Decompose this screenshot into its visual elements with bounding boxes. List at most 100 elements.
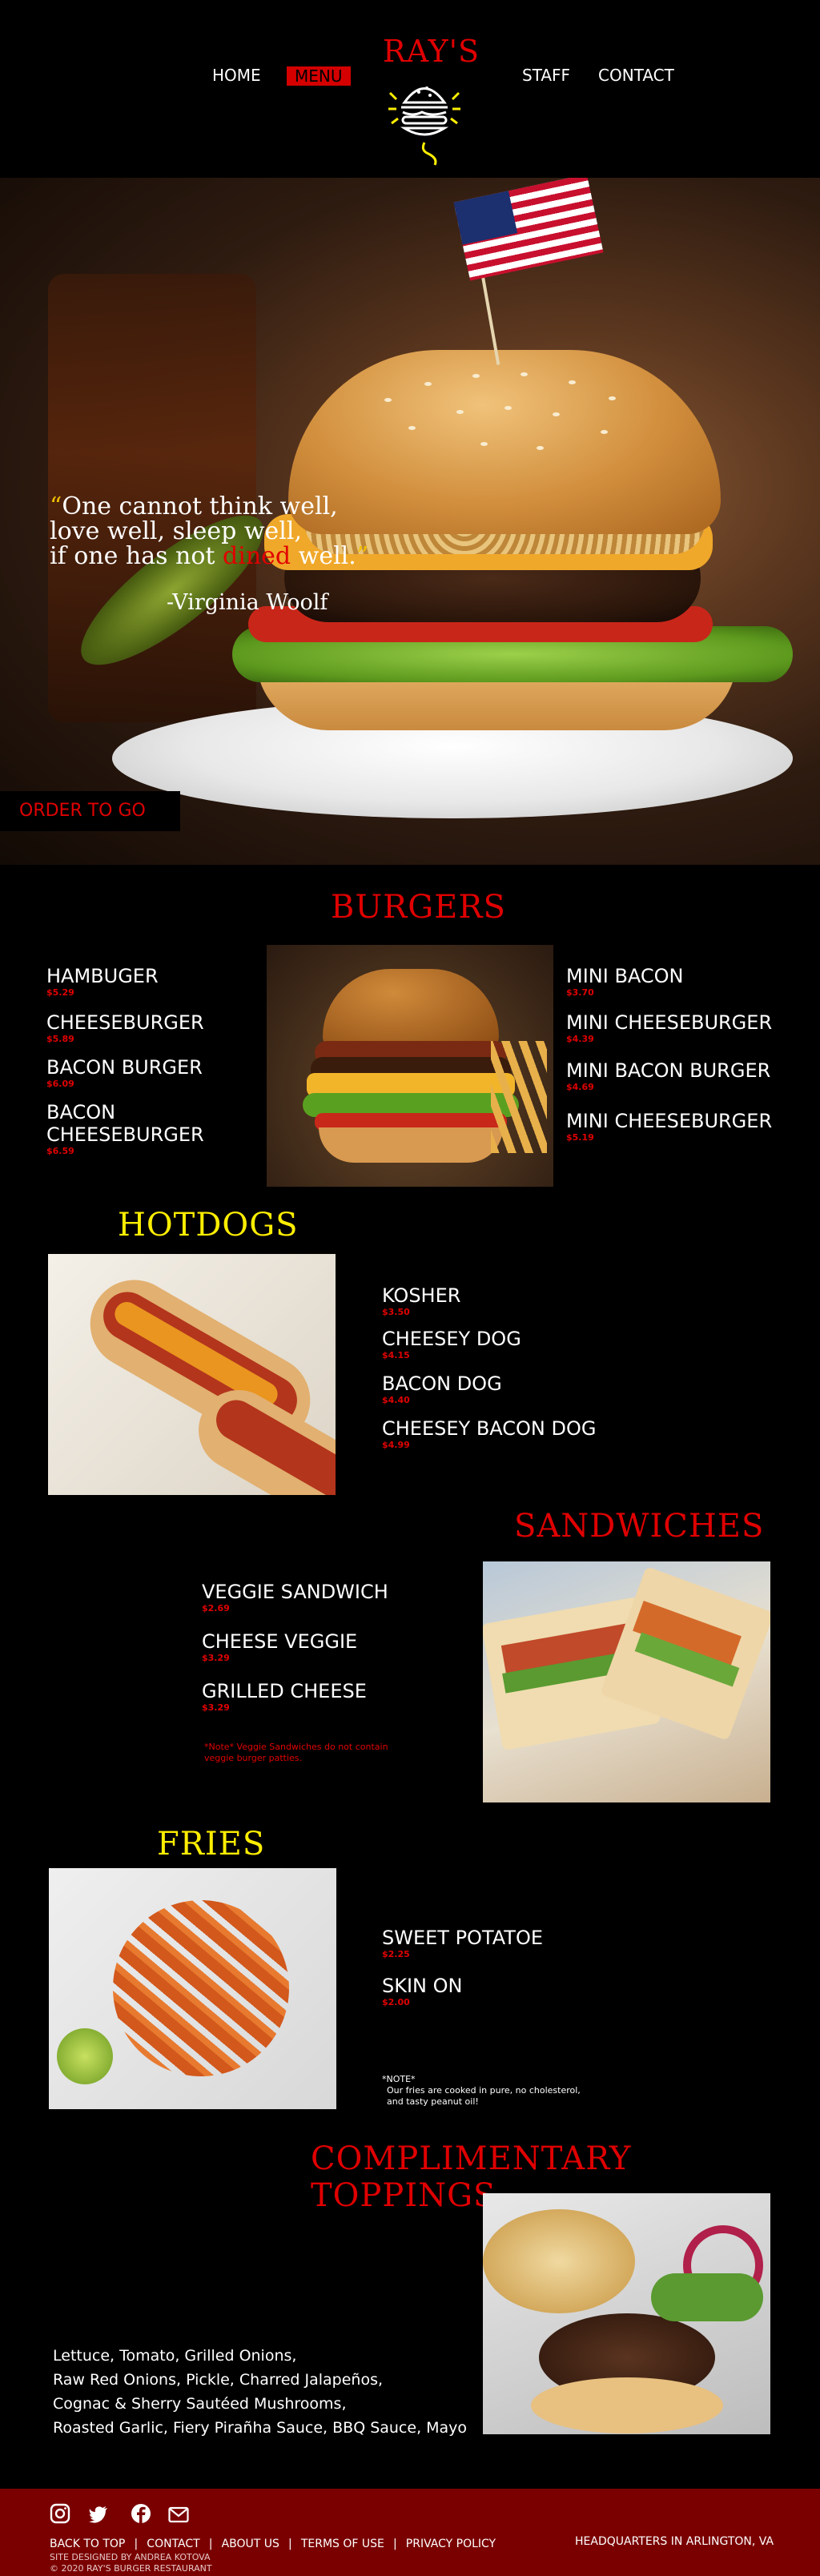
fries-photo <box>49 1868 336 2109</box>
fries-list: SWEET POTATOE $2.25 SKIN ON $2.00 <box>382 1927 646 2007</box>
footer-terms-link[interactable]: TERMS OF USE <box>301 2538 384 2550</box>
item-price: $4.69 <box>566 1082 594 1092</box>
nav-staff-link[interactable]: STAFF <box>522 66 570 85</box>
burgers-left-list: HAMBUGER $5.29 CHEESEBURGER $5.89 BACON … <box>46 965 255 1156</box>
item-price: $6.59 <box>46 1146 74 1156</box>
instagram-icon[interactable] <box>50 2503 70 2524</box>
item-name: SKIN ON <box>382 1975 463 1997</box>
menu-item: MINI BACON $3.70 <box>566 965 806 1011</box>
item-name: CHEESEY DOG <box>382 1328 521 1350</box>
item-price: $3.29 <box>202 1702 230 1713</box>
sandwiches-note: *Note* Veggie Sandwiches do not contain … <box>204 1742 388 1764</box>
item-name: CHEESEY BACON DOG <box>382 1417 597 1440</box>
american-flag-image <box>453 178 604 281</box>
footer-back-to-top-link[interactable]: BACK TO TOP <box>50 2538 125 2550</box>
toppings-line-3: Cognac & Sherry Sautéed Mushrooms, <box>53 2395 347 2413</box>
footer-separator: | <box>134 2538 139 2550</box>
hotdogs-section-title: HOTDOGS <box>118 1207 299 1244</box>
item-price: $3.50 <box>382 1307 410 1317</box>
nav-home-link[interactable]: HOME <box>212 66 261 85</box>
hero-quote: “One cannot think well, love well, sleep… <box>50 494 386 569</box>
footer-designer-credit: SITE DESIGNED BY ANDREA KOTOVA <box>50 2552 211 2562</box>
sandwiches-list: VEGGIE SANDWICH $2.69 CHEESE VEGGIE $3.2… <box>202 1581 442 1713</box>
menu-item: VEGGIE SANDWICH $2.69 <box>202 1581 442 1630</box>
footer-links: BACK TO TOP | CONTACT | ABOUT US | TERMS… <box>50 2535 496 2550</box>
order-to-go-button[interactable]: ORDER TO GO <box>0 791 180 831</box>
fries-section-title: FRIES <box>157 1826 266 1863</box>
note-title: *NOTE* <box>382 2074 416 2084</box>
logo-text[interactable]: RAY'S <box>383 34 480 69</box>
footer-about-us-link[interactable]: ABOUT US <box>222 2538 279 2550</box>
burgers-section-title: BURGERS <box>331 889 506 926</box>
sandwich-photo <box>483 1561 770 1802</box>
item-price: $6.09 <box>46 1079 74 1089</box>
nav-contact-link[interactable]: CONTACT <box>598 66 674 85</box>
item-name: MINI BACON BURGER <box>566 1059 771 1082</box>
item-name: KOSHER <box>382 1284 461 1307</box>
footer-contact-link[interactable]: CONTACT <box>147 2538 199 2550</box>
burger-photo <box>267 945 553 1187</box>
item-price: $4.15 <box>382 1350 410 1360</box>
menu-item: CHEESE VEGGIE $3.29 <box>202 1630 442 1680</box>
menu-item: SWEET POTATOE $2.25 <box>382 1927 646 1975</box>
top-navigation: HOME MENU RAY'S STAFF CONTACT <box>0 0 820 178</box>
item-name: VEGGIE SANDWICH <box>202 1581 388 1603</box>
item-price: $4.40 <box>382 1395 410 1405</box>
item-price: $5.89 <box>46 1034 74 1044</box>
item-name: BACON CHEESEBURGER <box>46 1101 204 1146</box>
item-name: MINI CHEESEBURGER <box>566 1110 773 1132</box>
item-name: BACON BURGER <box>46 1056 203 1079</box>
menu-item: CHEESEY DOG $4.15 <box>382 1328 646 1372</box>
item-name: MINI CHEESEBURGER <box>566 1011 773 1034</box>
toppings-line-4: Roasted Garlic, Fiery Pirañha Sauce, BBQ… <box>53 2419 468 2437</box>
footer-privacy-link[interactable]: PRIVACY POLICY <box>406 2538 496 2550</box>
note-line-2: and tasty peanut oil! <box>387 2096 479 2107</box>
footer-separator: | <box>208 2538 213 2550</box>
footer: BACK TO TOP | CONTACT | ABOUT US | TERMS… <box>0 2489 820 2576</box>
twitter-icon[interactable] <box>88 2503 109 2524</box>
menu-item: BACON DOG $4.40 <box>382 1372 646 1417</box>
quote-author: -Virginia Woolf <box>167 590 328 615</box>
menu-item: SKIN ON $2.00 <box>382 1975 646 2007</box>
menu-item: BACON BURGER $6.09 <box>46 1056 255 1101</box>
toppings-photo <box>483 2193 770 2434</box>
menu-item: GRILLED CHEESE $3.29 <box>202 1680 442 1713</box>
item-price: $4.99 <box>382 1440 410 1450</box>
item-price: $3.29 <box>202 1653 230 1663</box>
facebook-icon[interactable] <box>131 2503 151 2524</box>
item-name: MINI BACON <box>566 965 684 987</box>
item-price: $2.69 <box>202 1603 230 1614</box>
toppings-line-2: Raw Red Onions, Pickle, Charred Jalapeño… <box>53 2371 384 2389</box>
burgers-right-list: MINI BACON $3.70 MINI CHEESEBURGER $4.39… <box>566 965 806 1143</box>
menu-item: MINI CHEESEBURGER $4.39 <box>566 1011 806 1059</box>
quote-open-mark: “ <box>50 492 62 520</box>
note-line-1: *Note* Veggie Sandwiches do not contain <box>204 1742 388 1752</box>
item-price: $5.29 <box>46 987 74 998</box>
quote-line-3-pre: if one has not <box>50 542 223 570</box>
footer-copyright: © 2020 RAY'S BURGER RESTAURANT <box>50 2563 212 2574</box>
item-price: $2.00 <box>382 1997 410 2007</box>
menu-item: BACON CHEESEBURGER $6.59 <box>46 1101 255 1156</box>
mail-icon[interactable] <box>168 2505 189 2526</box>
hotdogs-list: KOSHER $3.50 CHEESEY DOG $4.15 BACON DOG… <box>382 1284 646 1450</box>
note-line-2: veggie burger patties. <box>204 1753 303 1763</box>
item-price: $2.25 <box>382 1949 410 1959</box>
toppings-list: Lettuce, Tomato, Grilled Onions, Raw Red… <box>53 2344 501 2440</box>
sandwiches-section-title: SANDWICHES <box>514 1508 765 1545</box>
footer-separator: | <box>392 2538 397 2550</box>
note-line-1: Our fries are cooked in pure, no cholest… <box>387 2085 581 2096</box>
menu-item: MINI CHEESEBURGER $5.19 <box>566 1110 806 1143</box>
menu-item: MINI BACON BURGER $4.69 <box>566 1059 806 1110</box>
nav-menu-link[interactable]: MENU <box>287 66 351 86</box>
footer-headquarters: HEADQUARTERS IN ARLINGTON, VA <box>575 2535 774 2548</box>
menu-item: CHEESEBURGER $5.89 <box>46 1011 255 1056</box>
item-price: $4.39 <box>566 1034 594 1044</box>
menu-item: KOSHER $3.50 <box>382 1284 646 1328</box>
item-name: GRILLED CHEESE <box>202 1680 367 1702</box>
quote-line-3-post: well. <box>291 542 356 570</box>
burger-logo-icon[interactable] <box>380 70 468 167</box>
item-name: SWEET POTATOE <box>382 1927 544 1949</box>
item-name: CHEESE VEGGIE <box>202 1630 358 1653</box>
quote-highlight: dined <box>223 542 291 570</box>
item-name: HAMBUGER <box>46 965 159 987</box>
